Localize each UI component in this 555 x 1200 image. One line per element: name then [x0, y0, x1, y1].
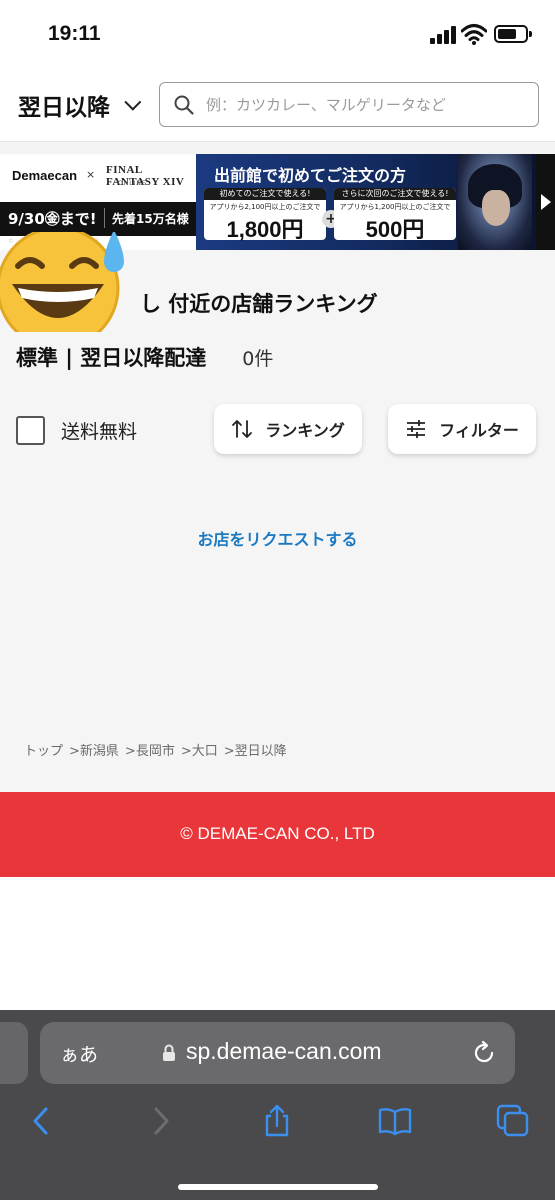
battery-level	[498, 29, 516, 39]
home-indicator	[178, 1184, 378, 1190]
banner-collab-subtitle: ONLINE	[118, 180, 147, 187]
banner-limit: 先着15万名様	[112, 212, 189, 226]
cellular-signal-icon	[430, 26, 456, 44]
offer-amount: 500円	[365, 217, 425, 242]
url-text: sp.demae-can.com	[186, 1038, 382, 1064]
back-icon[interactable]	[24, 1104, 58, 1138]
banner-character-face	[482, 190, 510, 226]
result-count-line: 標準 | 翌日以降配達 0件	[16, 342, 273, 372]
sliders-icon	[407, 420, 426, 438]
status-bar: 19:11	[0, 0, 555, 70]
sort-arrows-icon	[232, 420, 253, 438]
search-icon	[174, 95, 194, 115]
bookmarks-icon[interactable]	[378, 1104, 412, 1138]
offer-condition: アプリから1,200円以上のご注文で	[339, 203, 451, 211]
previous-tab-preview[interactable]	[0, 1022, 28, 1084]
search-box[interactable]	[159, 82, 539, 127]
footer: © DEMAE-CAN CO., LTD	[0, 792, 555, 877]
search-input[interactable]	[206, 95, 526, 114]
offer-caption: さらに次回のご注文で使える!	[334, 188, 456, 200]
share-icon[interactable]	[260, 1104, 294, 1138]
breadcrumb-item-top[interactable]: トップ	[24, 740, 63, 759]
banner-deadline-strip: 9/30㊎まで! 先着15万名様	[0, 202, 196, 236]
banner-next-button[interactable]	[536, 154, 555, 250]
battery-icon	[494, 25, 532, 43]
breadcrumb-item-area[interactable]: >大口	[181, 740, 218, 759]
header-gap	[0, 142, 555, 154]
sort-label: ランキング	[265, 421, 345, 440]
chevron-down-icon	[124, 93, 142, 111]
sort-ranking-button[interactable]: ランキング	[214, 404, 362, 454]
blank-area	[0, 877, 555, 1010]
offer-card-second: さらに次回のご注文で使える! アプリから1,200円以上のご注文で 500円	[334, 188, 456, 242]
lock-icon	[163, 1044, 175, 1061]
wifi-icon	[461, 24, 487, 45]
delivery-date-label: 翌日以降	[18, 95, 110, 121]
banner-divider	[104, 208, 105, 228]
banner-brand: Demaecan	[12, 168, 78, 183]
offer-condition: アプリから2,100円以上のご注文で	[209, 203, 321, 211]
tabs-icon[interactable]	[496, 1104, 530, 1138]
offer-card-first: 初めてのご注文で使える! アプリから2,100円以上のご注文で 1,800円	[204, 188, 326, 242]
breadcrumb-item-prefecture[interactable]: >新潟県	[69, 740, 119, 759]
address-bar[interactable]: ぁあ sp.demae-can.com	[40, 1022, 515, 1084]
free-shipping-label: 送料無料	[61, 421, 138, 443]
banner-cross: ×	[86, 168, 96, 181]
breadcrumb-item-city[interactable]: >長岡市	[125, 740, 175, 759]
delivery-date-selector[interactable]: 翌日以降	[18, 88, 142, 122]
play-icon	[541, 194, 551, 210]
banner-headline: 出前館で初めてご注文の方	[214, 166, 407, 185]
free-shipping-filter[interactable]: 送料無料	[16, 416, 137, 445]
delivery-type-label: 標準 | 翌日以降配達	[16, 346, 207, 370]
browser-bar: ぁあ sp.demae-can.com	[0, 1010, 555, 1200]
reload-icon[interactable]	[471, 1040, 497, 1066]
breadcrumb: トップ >新潟県 >長岡市 >大口 >翌日以降	[24, 740, 293, 759]
result-count: 0件	[242, 348, 274, 370]
banner-deadline: 9/30㊎まで!	[8, 210, 97, 228]
page-settings-button[interactable]: ぁあ	[60, 1040, 98, 1067]
status-time: 19:11	[48, 22, 101, 45]
offer-caption: 初めてのご注文で使える!	[204, 188, 326, 200]
filter-button[interactable]: フィルター	[388, 404, 536, 454]
free-shipping-checkbox[interactable]	[16, 416, 45, 445]
breadcrumb-item-current: >翌日以降	[223, 744, 287, 759]
main-content: し 付近の店舗ランキング 標準 | 翌日以降配達 0件 送料無料 ランキング フ…	[0, 232, 555, 792]
ranking-title: し 付近の店舗ランキング	[140, 292, 378, 316]
forward-icon[interactable]	[144, 1104, 178, 1138]
footer-copyright: © DEMAE-CAN CO., LTD	[180, 824, 375, 843]
filter-label: フィルター	[439, 421, 519, 440]
sweat-smile-emoji-icon	[0, 232, 124, 332]
banner-right-panel: 出前館で初めてご注文の方 初めてのご注文で使える! アプリから2,100円以上の…	[196, 154, 536, 250]
offer-amount: 1,800円	[226, 217, 304, 242]
request-store-link[interactable]: お店をリクエストする	[0, 526, 555, 550]
header: 翌日以降	[0, 70, 555, 142]
